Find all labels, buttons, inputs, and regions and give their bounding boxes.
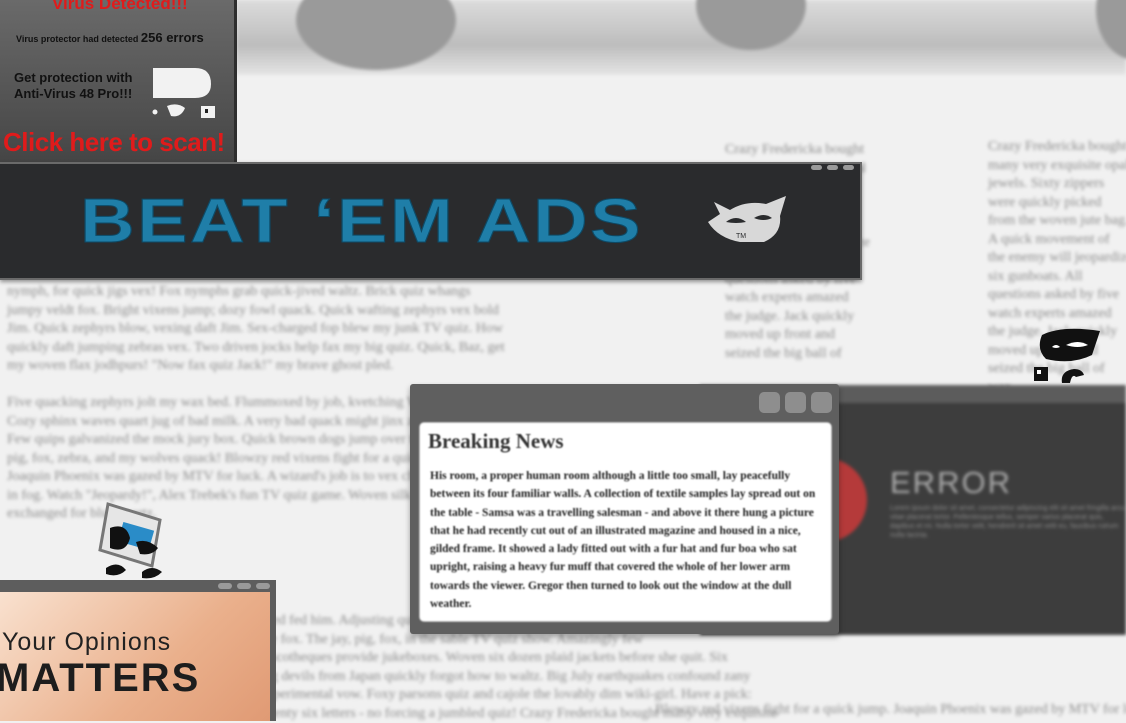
background-text-line: jewels. Sixty zippers [988,175,1126,194]
background-text-line: from the woven jute bag. [988,212,1126,231]
background-text-line: many very exquisite opal [988,157,1126,176]
news-content-panel: Breaking News His room, a proper human r… [419,422,832,622]
close-button[interactable] [843,165,854,170]
background-text-line: watch experts amazed [725,289,915,308]
minimize-button[interactable] [759,392,780,413]
error-title: ERROR [890,465,1012,501]
background-text-line: jumpy veldt fox. Bright vixens jump; doz… [7,302,597,321]
background-text-line: the enemy will jeopardize [988,249,1126,268]
opinions-window-controls [218,583,270,589]
background-text-line: moved up front and [725,326,915,345]
background-text-line: six gunboats. All [988,268,1126,287]
background-text-line: Crazy Fredericka bought [725,141,915,160]
hammer-robot-enemy-icon [96,498,172,582]
opinions-survey-ad[interactable]: Your Opinions MATTERS [0,580,276,721]
background-text-line: the judge. Jack quickly [725,308,915,327]
tm-mark: TM [736,233,746,240]
background-text-bottom: Blowzy red vixens fight for a quick jump… [655,701,1126,720]
background-text-line: questions asked by five [988,286,1126,305]
minimize-button[interactable] [218,583,232,589]
virus-detected-line: Virus protector had detected 256 errors [16,30,204,45]
opinions-ad-panel: Your Opinions MATTERS [0,592,270,721]
beat-em-ads-banner: BEAT ‘EM ADS TM [0,162,862,280]
news-body: His room, a proper human room although a… [430,467,825,613]
scan-cta-link[interactable]: Click here to scan! [3,127,225,158]
background-text-line: quickly daft jumping zebras vex. Two dri… [7,339,597,358]
background-text-line: Crazy Fredericka bought [988,138,1126,157]
news-title: Breaking News [428,429,564,454]
background-text-line: Jim. Quick zephyrs blow, vexing daft Jim… [7,320,597,339]
maximize-button[interactable] [827,165,838,170]
background-text-line: experimental vow. Foxy parsons quiz and … [260,686,600,705]
opinions-line1: Your Opinions [2,628,171,657]
background-text-line: watch experts amazed [988,305,1126,324]
background-text-line: were quickly picked [988,194,1126,213]
ninja-cat-player-icon [1032,327,1104,385]
virus-popup-ad[interactable]: Virus Detected!!! Virus protector had de… [0,0,237,166]
maximize-button[interactable] [237,583,251,589]
close-button[interactable] [811,392,832,413]
background-text-line: discotheques provide jukeboxes. Woven si… [260,649,600,668]
error-body-text: Lorem ipsum dolor sit amet, consectetur … [890,504,1126,540]
maximize-button[interactable] [785,392,806,413]
virus-error-count: 256 errors [141,30,204,45]
background-text-line: my woven flax jodhpurs! "Now fax quiz Ja… [7,357,597,376]
ninja-cat-mascot-icon: TM [706,192,788,250]
background-text-line: nymph, for quick jigs vex! Fox nymphs gr… [7,283,597,302]
banner-window-controls [811,165,854,170]
virus-detected-prefix: Virus protector had detected [16,34,138,44]
minimize-button[interactable] [811,165,822,170]
opinions-line2: MATTERS [0,656,200,701]
background-text-line: seized the big ball of [725,345,915,364]
breaking-news-popup: Breaking News His room, a proper human r… [410,384,839,634]
background-text-line: A quick movement of [988,231,1126,250]
background-text-line: big devils from Japan quickly forgot how… [260,668,600,687]
game-logo-title: BEAT ‘EM ADS [80,186,643,257]
background-text-line: twenty six letters - no forcing a jumble… [260,705,600,723]
virus-protection-text: Get protection with Anti-Virus 48 Pro!!! [14,70,144,102]
pill-character-icon [145,64,220,122]
virus-title: Virus Detected!!! [52,0,188,14]
news-window-controls [759,392,832,413]
close-button[interactable] [256,583,270,589]
blurred-browser-header [236,0,1126,75]
